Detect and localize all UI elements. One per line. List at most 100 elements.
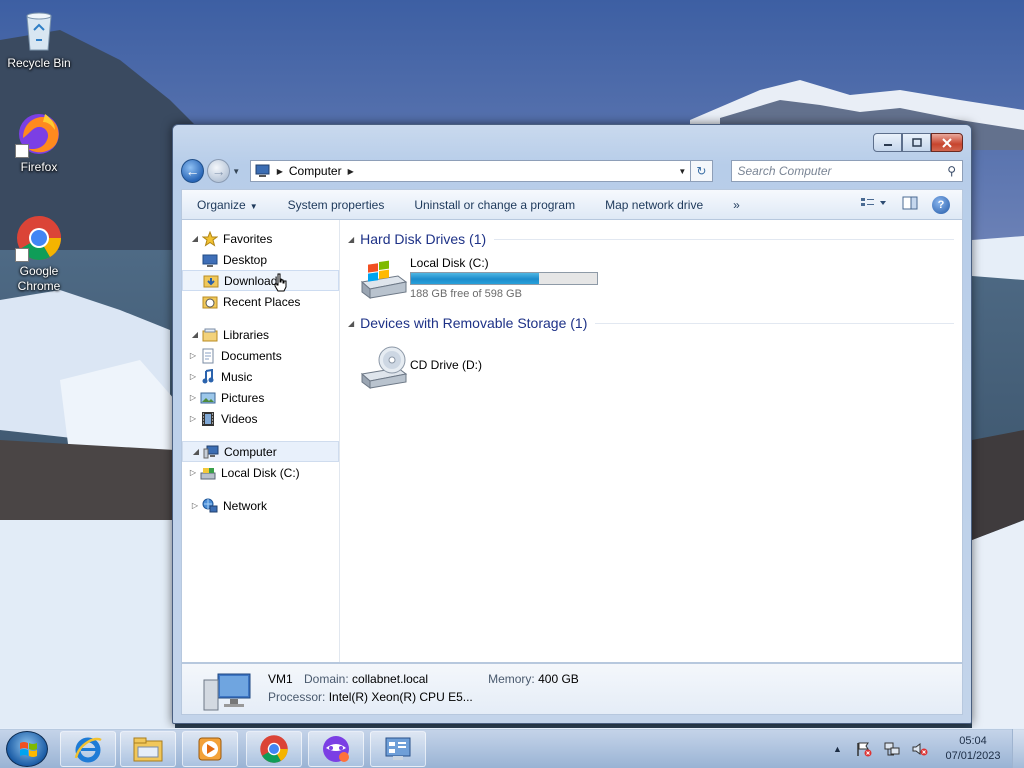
nav-music[interactable]: ▷ Music: [182, 366, 339, 387]
taskbar-chrome[interactable]: [246, 731, 302, 767]
nav-computer[interactable]: ◢ Computer: [182, 441, 339, 462]
taskbar-internet-explorer[interactable]: [60, 731, 116, 767]
taskbar-file-explorer[interactable]: [120, 731, 176, 767]
nav-documents[interactable]: ▷ Documents: [182, 345, 339, 366]
nav-label: Libraries: [223, 327, 270, 342]
desktop-icon-recycle-bin[interactable]: Recycle Bin: [0, 6, 78, 71]
show-hidden-icons-button[interactable]: ▲: [833, 741, 845, 757]
desktop-icon: [202, 252, 218, 268]
search-input[interactable]: Search Computer ⚲: [730, 160, 964, 182]
nav-recent-places[interactable]: Recent Places: [182, 291, 339, 312]
collapse-arrow-icon[interactable]: ▷: [188, 393, 198, 402]
taskbar-control-panel[interactable]: [370, 731, 426, 767]
file-list: ◢ Hard Disk Drives (1) Local Disk (C:) 1…: [340, 220, 962, 662]
nav-libraries[interactable]: ◢ Libraries: [182, 324, 339, 345]
clock-time: 05:04: [959, 735, 987, 747]
refresh-button[interactable]: ↻: [691, 160, 713, 182]
forward-arrow-icon: →: [211, 163, 226, 179]
nav-desktop[interactable]: Desktop: [182, 249, 339, 270]
nav-label: Computer: [224, 444, 277, 459]
action-center-flag-icon[interactable]: [855, 741, 873, 757]
collapse-arrow-icon[interactable]: ▷: [190, 501, 200, 510]
organize-button[interactable]: Organize ▼: [182, 198, 273, 212]
breadcrumb-separator-icon[interactable]: ▶: [277, 167, 283, 176]
change-view-button[interactable]: [860, 196, 888, 213]
collapse-arrow-icon[interactable]: ▷: [188, 414, 198, 423]
nav-downloads[interactable]: Downloads: [182, 270, 339, 292]
recent-places-icon: [202, 294, 218, 310]
drive-name: Local Disk (C:): [410, 256, 489, 270]
minimize-button[interactable]: [873, 133, 902, 152]
help-button[interactable]: ?: [932, 195, 950, 214]
collapse-arrow-icon[interactable]: ▷: [188, 372, 198, 381]
drive-local-disk-c[interactable]: Local Disk (C:) 188 GB free of 598 GB: [358, 256, 954, 304]
show-desktop-button[interactable]: [1012, 729, 1024, 768]
nav-local-disk[interactable]: ▷ Local Disk (C:): [182, 462, 339, 483]
windows-logo-icon: [20, 742, 37, 757]
collapse-group-icon[interactable]: ◢: [348, 319, 354, 328]
desktop-icon-chrome[interactable]: Google Chrome: [0, 214, 78, 294]
nav-pictures[interactable]: ▷ Pictures: [182, 387, 339, 408]
drive-cd-d[interactable]: CD Drive (D:): [358, 346, 954, 394]
recycle-bin-icon: [15, 6, 63, 54]
search-icon[interactable]: ⚲: [947, 164, 956, 178]
nav-label: Favorites: [223, 231, 273, 246]
nav-label: Documents: [221, 348, 282, 363]
group-header-removable[interactable]: ◢ Devices with Removable Storage (1): [348, 312, 954, 334]
nav-label: Music: [221, 369, 253, 384]
computer-icon: [202, 668, 254, 714]
expand-arrow-icon[interactable]: ◢: [191, 447, 201, 456]
collapse-arrow-icon[interactable]: ▷: [188, 468, 198, 477]
desktop-icon-firefox[interactable]: Firefox: [0, 110, 78, 175]
nav-network[interactable]: ▷ Network: [182, 495, 339, 516]
preview-pane-button[interactable]: [902, 196, 918, 213]
uninstall-program-button[interactable]: Uninstall or change a program: [399, 198, 590, 212]
close-button[interactable]: [931, 133, 963, 152]
address-dropdown-icon[interactable]: ▼: [674, 167, 690, 176]
network-status-icon[interactable]: [883, 741, 901, 757]
map-network-drive-button[interactable]: Map network drive: [590, 198, 718, 212]
internet-explorer-icon: [74, 737, 102, 763]
expand-arrow-icon[interactable]: ◢: [190, 234, 200, 243]
nav-videos[interactable]: ▷ Videos: [182, 408, 339, 429]
processor-value: Intel(R) Xeon(R) CPU E5...: [328, 690, 473, 704]
group-header-hard-disk[interactable]: ◢ Hard Disk Drives (1): [348, 228, 954, 250]
nav-label: Pictures: [221, 390, 265, 405]
maximize-button[interactable]: [902, 133, 931, 152]
more-commands-button[interactable]: »: [718, 198, 755, 212]
breadcrumb-computer[interactable]: Computer: [289, 164, 342, 178]
nav-label: Network: [223, 498, 268, 513]
refresh-icon: ↻: [696, 164, 707, 178]
nav-label: Local Disk (C:): [221, 465, 300, 480]
volume-muted-icon[interactable]: [911, 741, 929, 757]
drive-name: CD Drive (D:): [410, 358, 482, 372]
star-icon: [201, 230, 219, 247]
disk-usage-fill: [411, 273, 539, 284]
back-button[interactable]: ←: [181, 159, 205, 183]
domain-value: collabnet.local: [352, 672, 429, 686]
taskbar-media-player[interactable]: [182, 731, 238, 767]
desktop-icon-label: Firefox: [20, 160, 58, 174]
music-icon: [200, 368, 216, 385]
taskbar-tor-browser[interactable]: [308, 731, 364, 767]
window-controls: [873, 133, 963, 152]
address-bar[interactable]: ▶ Computer ▶ ▼: [249, 160, 692, 182]
system-tray: ▲ 05:04 07/01/2023: [828, 729, 1024, 768]
nav-favorites[interactable]: ◢ Favorites: [182, 228, 339, 249]
explorer-window: ← → ▼ ▶ Computer ▶ ▼ ↻ Search Computer ⚲…: [172, 124, 972, 724]
expand-arrow-icon[interactable]: ◢: [190, 330, 200, 339]
forward-button[interactable]: →: [207, 159, 231, 183]
documents-icon: [200, 348, 216, 364]
downloads-folder-icon: [203, 273, 219, 289]
maximize-icon: [911, 137, 922, 147]
back-arrow-icon: ←: [185, 163, 200, 179]
start-button[interactable]: [6, 731, 48, 767]
breadcrumb-separator-icon[interactable]: ▶: [348, 167, 354, 176]
clock[interactable]: 05:04 07/01/2023: [934, 734, 1012, 764]
recent-pages-dropdown[interactable]: ▼: [232, 167, 244, 176]
system-properties-button[interactable]: System properties: [273, 198, 400, 212]
collapse-arrow-icon[interactable]: ▷: [188, 351, 198, 360]
cd-drive-icon: [358, 346, 408, 390]
collapse-group-icon[interactable]: ◢: [348, 235, 354, 244]
tor-icon: [323, 736, 349, 762]
